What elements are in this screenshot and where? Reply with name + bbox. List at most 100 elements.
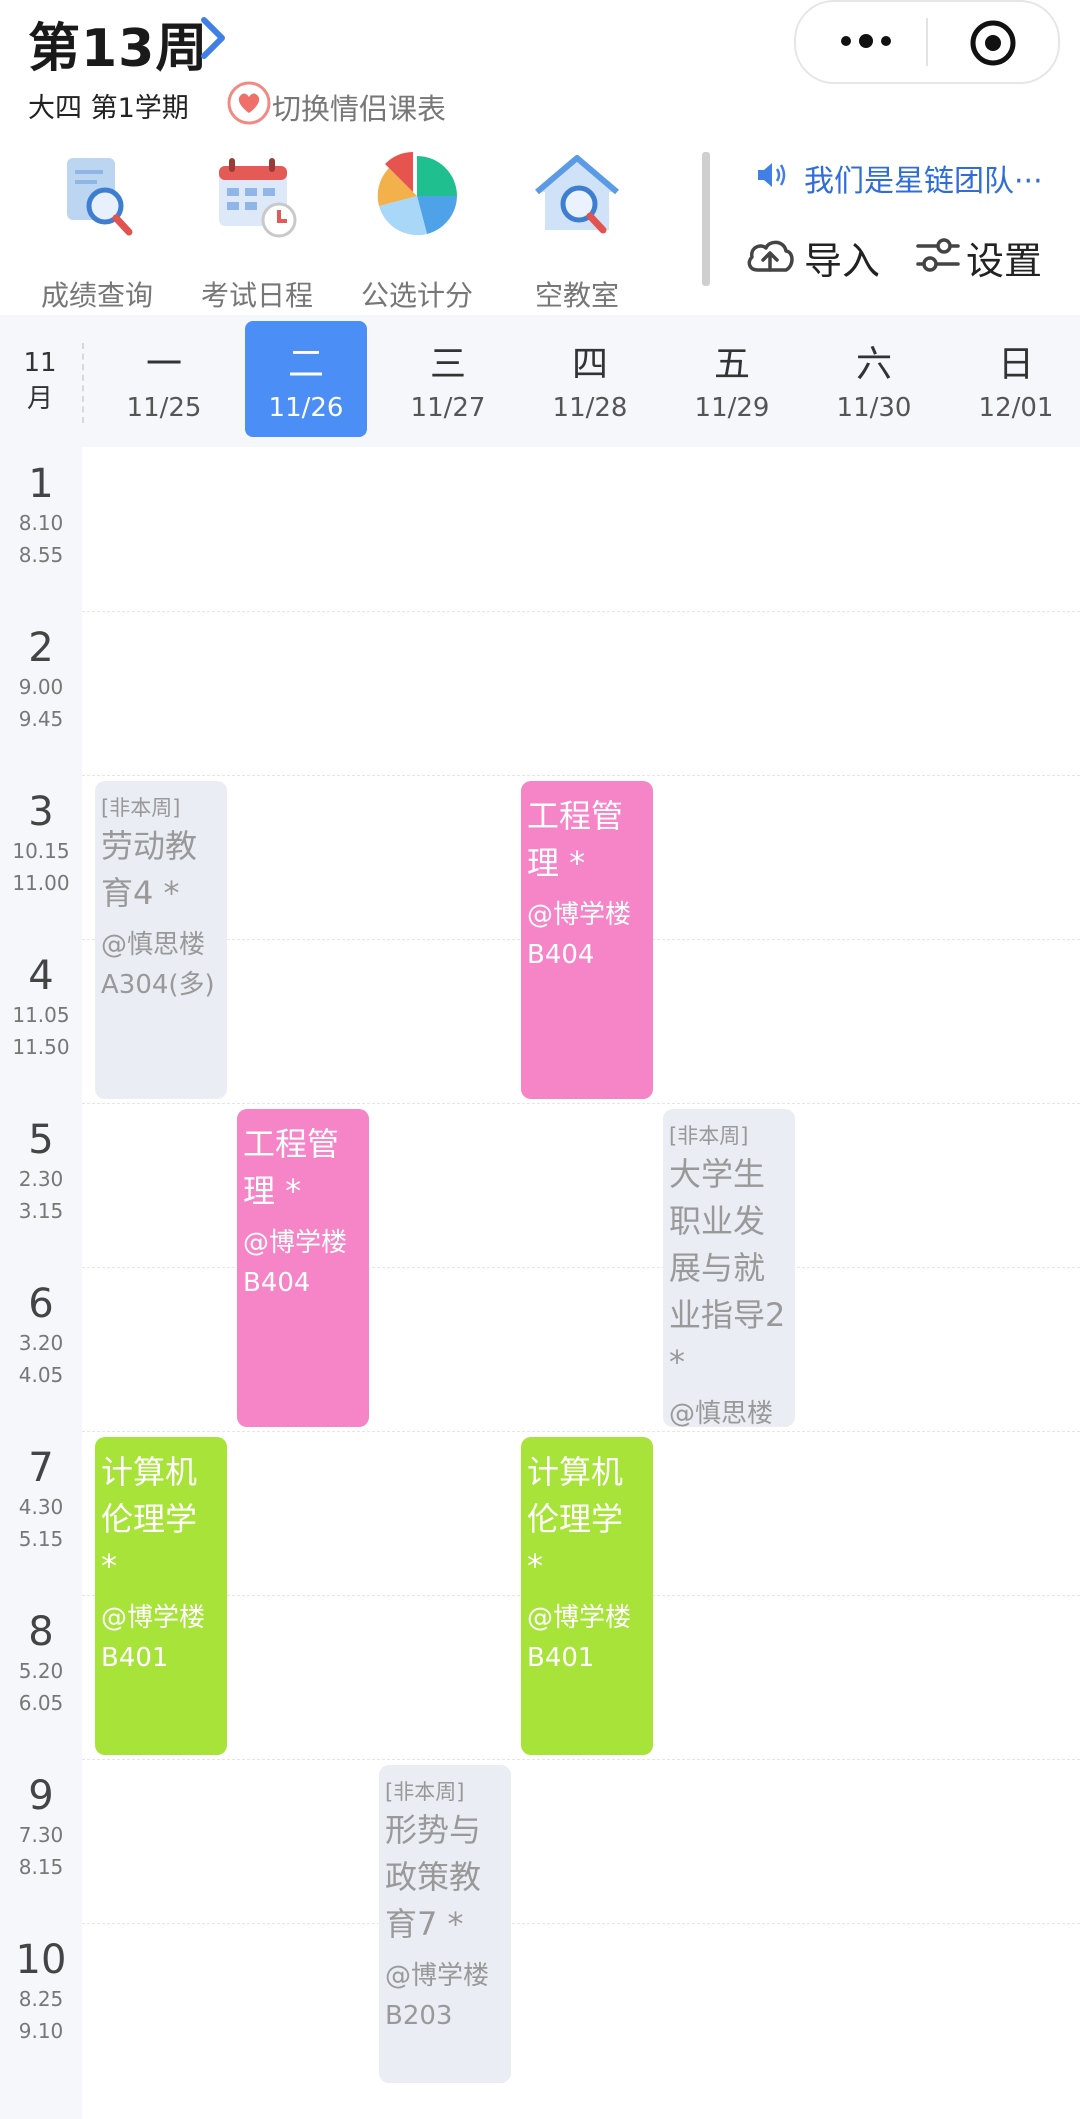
row-divider <box>82 775 1080 776</box>
shortcut-empty-classroom[interactable]: 空教室 <box>502 148 652 312</box>
not-this-week-tag: [非本周] <box>385 1780 465 1804</box>
day-column-header[interactable]: 日 12/01 <box>955 321 1077 437</box>
pie-chart-icon <box>377 152 457 236</box>
shortcut-exam-schedule[interactable]: 考试日程 <box>182 148 332 312</box>
period-end-time: 9.10 <box>18 2019 64 2043</box>
course-card[interactable]: [非本周] 形势与政策教育7 * @博学楼B203 <box>379 1765 511 2083</box>
day-column-header[interactable]: 五 11/29 <box>671 321 793 437</box>
period-start-time: 3.20 <box>18 1331 64 1355</box>
shortcut-elective-credits[interactable]: 公选计分 <box>342 148 492 312</box>
course-name: 形势与政策教育7 * <box>385 1811 482 1943</box>
exam-calendar-icon <box>219 158 297 238</box>
weekday-name: 三 <box>429 344 466 385</box>
header-divider <box>702 152 710 286</box>
day-column-header[interactable]: 六 11/30 <box>813 321 935 437</box>
weekday-name: 二 <box>287 344 324 385</box>
period-number: 2 <box>28 625 54 671</box>
period-end-time: 3.15 <box>18 1199 64 1223</box>
shortcut-label: 成绩查询 <box>40 279 153 312</box>
course-card[interactable]: 计算机伦理学 * @博学楼B401 <box>521 1437 653 1755</box>
day-date: 11/25 <box>126 393 202 423</box>
month-unit: 月 <box>26 384 53 414</box>
shortcut-grade-query[interactable]: 成绩查询 <box>22 148 172 312</box>
period-start-time: 7.30 <box>18 1823 64 1847</box>
row-divider <box>82 1923 1080 1924</box>
period-number: 3 <box>28 789 54 835</box>
course-name: 大学生职业发展与就业指导2 * <box>669 1155 786 1381</box>
settings-button[interactable]: 设置 <box>916 230 1066 283</box>
period-number: 7 <box>28 1445 54 1491</box>
month-divider <box>82 343 84 423</box>
course-name: 计算机伦理学 * <box>527 1453 624 1585</box>
period-end-time: 11.50 <box>12 1035 70 1059</box>
chevron-right-icon[interactable] <box>196 14 230 62</box>
row-divider <box>82 1431 1080 1432</box>
period-label: 10 8.25 9.10 <box>0 1937 82 2047</box>
period-number: 1 <box>28 461 54 507</box>
close-target-icon[interactable] <box>968 18 1018 68</box>
period-number: 6 <box>28 1281 54 1327</box>
period-number: 5 <box>28 1117 54 1163</box>
day-column-header[interactable]: 四 11/28 <box>529 321 651 437</box>
month-number: 11 <box>23 348 57 378</box>
day-date: 11/28 <box>552 393 628 423</box>
day-column-header[interactable]: 三 11/27 <box>387 321 509 437</box>
period-label: 7 4.30 5.15 <box>0 1445 82 1555</box>
period-label: 9 7.30 8.15 <box>0 1773 82 1883</box>
course-name: 劳动教育4 * <box>101 827 198 912</box>
heart-icon[interactable] <box>226 80 272 126</box>
settings-label: 设置 <box>966 239 1043 283</box>
period-label: 5 2.30 3.15 <box>0 1117 82 1227</box>
row-divider <box>82 1759 1080 1760</box>
weekday-name: 四 <box>571 344 608 385</box>
cloud-upload-icon <box>747 240 794 272</box>
day-date: 12/01 <box>978 393 1054 423</box>
period-start-time: 8.10 <box>18 511 64 535</box>
day-column-header[interactable]: 一 11/25 <box>103 321 225 437</box>
week-title[interactable]: 第13周 <box>28 6 208 81</box>
period-label: 4 11.05 11.50 <box>0 953 82 1063</box>
period-end-time: 6.05 <box>18 1691 64 1715</box>
period-end-time: 8.55 <box>18 543 64 567</box>
day-date: 11/27 <box>410 393 486 423</box>
grade-search-icon <box>67 158 133 236</box>
course-location: @慎思楼 <box>669 1399 774 1427</box>
period-number: 8 <box>28 1609 54 1655</box>
timetable: 11 月 一 11/25 二 11/26 三 11/27 四 11/28 五 11/29 六 11/3… <box>0 315 1080 2119</box>
period-start-time: 4.30 <box>18 1495 64 1519</box>
notice-bar[interactable]: 我们是星链团队··· <box>756 156 1062 199</box>
row-divider <box>82 1267 1080 1268</box>
course-location: @博学楼B401 <box>101 1603 206 1673</box>
course-card[interactable]: 工程管理 * @博学楼B404 <box>237 1109 369 1427</box>
course-card[interactable]: 工程管理 * @博学楼B404 <box>521 781 653 1099</box>
day-header-row: 11 月 一 11/25 二 11/26 三 11/27 四 11/28 五 11/29 六 11/3… <box>0 315 1080 447</box>
period-number: 10 <box>15 1937 67 1983</box>
course-card[interactable]: 计算机伦理学 * @博学楼B401 <box>95 1437 227 1755</box>
course-location: @博学楼B203 <box>385 1961 490 2031</box>
empty-classroom-icon <box>535 155 619 234</box>
period-end-time: 11.00 <box>12 871 70 895</box>
course-card[interactable]: [非本周] 劳动教育4 * @慎思楼A304(多) <box>95 781 227 1099</box>
period-end-time: 8.15 <box>18 1855 64 1879</box>
not-this-week-tag: [非本周] <box>669 1124 749 1148</box>
period-label: 2 9.00 9.45 <box>0 625 82 735</box>
day-column-header[interactable]: 二 11/26 <box>245 321 367 437</box>
shortcut-label: 考试日程 <box>200 279 313 312</box>
course-card[interactable]: [非本周] 大学生职业发展与就业指导2 * @慎思楼 <box>663 1109 795 1427</box>
day-date: 11/29 <box>694 393 770 423</box>
shortcut-label: 公选计分 <box>360 279 473 312</box>
period-label: 3 10.15 11.00 <box>0 789 82 899</box>
more-icon[interactable] <box>836 26 896 56</box>
course-name: 工程管理 * <box>527 797 624 882</box>
period-end-time: 5.15 <box>18 1527 64 1551</box>
import-button[interactable]: 导入 <box>744 230 894 283</box>
weekday-name: 一 <box>145 344 182 385</box>
course-location: @慎思楼A304(多) <box>101 930 215 1000</box>
capsule-divider <box>926 18 928 66</box>
period-start-time: 8.25 <box>18 1987 64 2011</box>
weekday-name: 五 <box>713 344 750 385</box>
semester-label[interactable]: 大四 第1学期 <box>28 86 189 125</box>
couple-schedule-switch[interactable]: 切换情侣课表 <box>272 86 446 128</box>
period-start-time: 10.15 <box>12 839 70 863</box>
course-name: 工程管理 * <box>243 1125 340 1210</box>
